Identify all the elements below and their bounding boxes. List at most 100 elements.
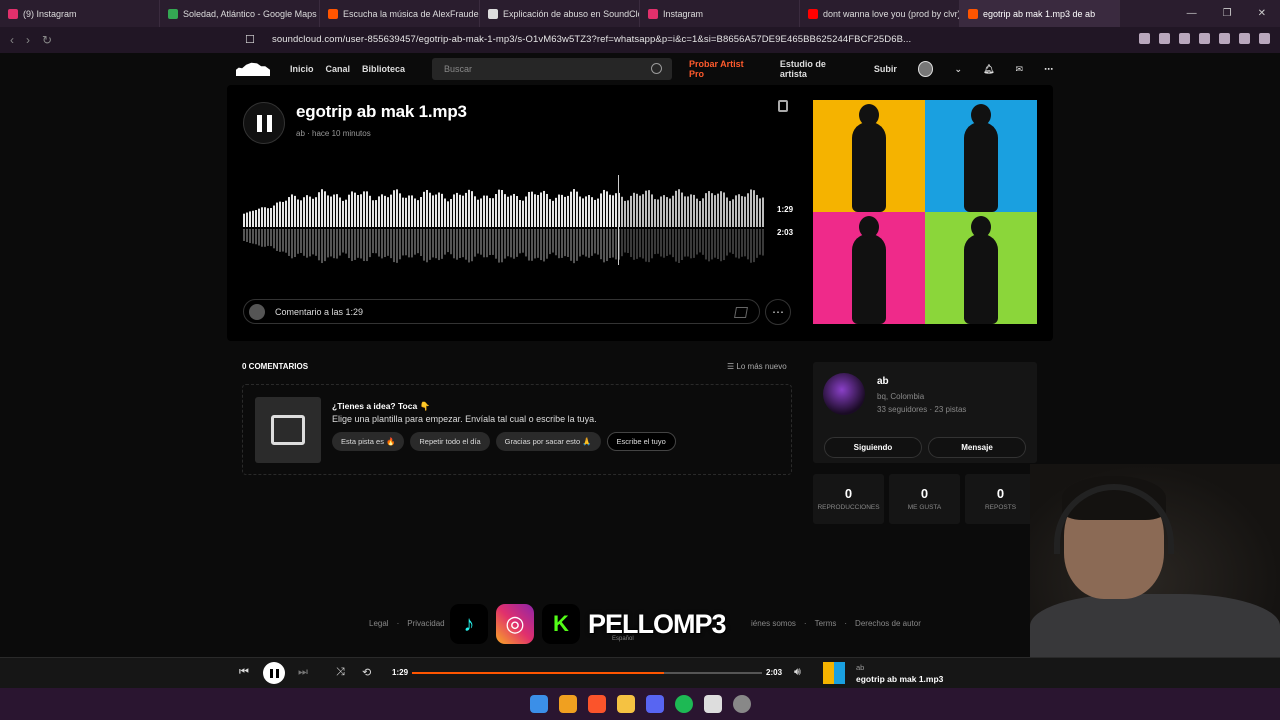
spotify-icon[interactable]	[674, 695, 693, 713]
waveform-bar	[243, 213, 245, 227]
player-pause-button[interactable]	[263, 662, 285, 684]
artist-name[interactable]: ab	[877, 376, 889, 387]
message-button[interactable]: Mensaje	[928, 437, 1026, 458]
waveform-reflection-bar	[624, 229, 626, 253]
player-duration: 2:03	[766, 668, 783, 677]
waveform-bar	[426, 190, 428, 227]
browser-tab[interactable]: dont wanna love you (prod by clvr)	[800, 0, 960, 27]
extension-icon[interactable]	[1179, 33, 1190, 44]
footer-link[interactable]: iénes somos	[751, 619, 796, 628]
waveform-reflection-bar	[513, 229, 515, 259]
footer-link[interactable]: Terms	[815, 619, 837, 628]
nav-biblioteca[interactable]: Biblioteca	[362, 64, 405, 74]
artist-studio-link[interactable]: Estudio de artista	[780, 59, 853, 79]
footer-link[interactable]: Legal	[369, 619, 389, 628]
send-icon[interactable]	[734, 307, 748, 318]
playhead[interactable]	[618, 175, 619, 265]
browser-tab[interactable]: Instagram	[640, 0, 800, 27]
shuffle-icon[interactable]: ⤨	[336, 666, 345, 679]
app-icon[interactable]	[558, 695, 577, 713]
discord-icon[interactable]	[645, 695, 664, 713]
waveform-bar	[345, 199, 347, 227]
waveform-reflection-bar	[300, 229, 302, 253]
write-your-own-chip[interactable]: Escribe el tuyo	[606, 432, 676, 451]
waveform-reflection-bar	[585, 229, 587, 257]
waveform-bar	[687, 196, 689, 227]
footer-link[interactable]: Derechos de autor	[855, 619, 921, 628]
browser-tab[interactable]: Soledad, Atlántico - Google Maps	[160, 0, 320, 27]
mail-icon[interactable]: ✉︎	[1015, 64, 1023, 75]
waveform[interactable]	[243, 175, 765, 265]
stat-plays: 0 REPRODUCCIONES	[813, 474, 884, 524]
waveform-reflection-bar	[477, 229, 479, 254]
upload-link[interactable]: Subir	[874, 64, 897, 74]
waveform-bar	[663, 195, 665, 227]
template-chip[interactable]: Esta pista es 🔥	[332, 432, 405, 451]
search-input[interactable]: Buscar	[432, 58, 672, 80]
extension-icon[interactable]	[1199, 33, 1210, 44]
user-avatar[interactable]	[917, 61, 934, 77]
waveform-reflection-bar	[276, 229, 278, 251]
waveform-reflection-bar	[708, 229, 710, 262]
notepad-icon[interactable]	[703, 695, 722, 713]
bell-icon[interactable]: 🔔︎	[983, 64, 994, 75]
waveform-bar	[615, 193, 617, 227]
player-progress-bar[interactable]	[412, 672, 762, 674]
browser-tab[interactable]: Escucha la música de AlexFrauded |	[320, 0, 480, 27]
browser-tab[interactable]: egotrip ab mak 1.mp3 de ab	[960, 0, 1120, 27]
extension-icon[interactable]	[1159, 33, 1170, 44]
volume-icon[interactable]: 🔊︎	[794, 666, 801, 679]
waveform-reflection-bar	[603, 229, 605, 263]
maximize-icon[interactable]: ❐	[1223, 8, 1232, 19]
comment-input[interactable]: Comentario a las 1:29	[243, 299, 760, 324]
reload-icon[interactable]: ↻	[42, 33, 52, 47]
player-artwork[interactable]	[823, 662, 845, 684]
close-window-icon[interactable]: ✕	[1258, 8, 1266, 19]
sort-dropdown[interactable]: ☰ Lo más nuevo	[727, 362, 787, 371]
nav-canal[interactable]: Canal	[326, 64, 351, 74]
waveform-reflection-bar	[498, 229, 500, 263]
waveform-reflection-bar	[651, 229, 653, 259]
url-field[interactable]: soundcloud.com/user-855639457/egotrip-ab…	[272, 34, 911, 45]
chevron-down-icon[interactable]: ⌄	[954, 64, 962, 75]
more-options-button[interactable]: ⋯	[765, 299, 791, 325]
extension-icon[interactable]	[1139, 33, 1150, 44]
pause-button[interactable]	[243, 102, 285, 144]
footer-link[interactable]: Privacidad	[407, 619, 444, 628]
tab-label: Soledad, Atlántico - Google Maps	[183, 8, 317, 19]
more-icon[interactable]: ⋯	[1044, 64, 1053, 75]
template-chip[interactable]: Repetir todo el día	[410, 432, 490, 451]
try-artist-pro-link[interactable]: Probar Artist Pro	[689, 59, 759, 79]
file-explorer-icon[interactable]	[616, 695, 635, 713]
repeat-icon[interactable]: ⟲	[362, 666, 371, 679]
waveform-bar	[414, 198, 416, 227]
waveform-reflection-bar	[726, 229, 728, 256]
extension-icon[interactable]	[1219, 33, 1230, 44]
waveform-reflection-bar	[393, 229, 395, 263]
previous-icon[interactable]: ⏮	[239, 666, 249, 679]
player-track-title[interactable]: egotrip ab mak 1.mp3	[856, 674, 943, 684]
search-icon[interactable]	[651, 63, 662, 74]
waveform-bar	[492, 198, 494, 227]
template-chip[interactable]: Gracias por sacar esto 🙏	[495, 432, 601, 451]
extension-icon[interactable]	[1239, 33, 1250, 44]
soundcloud-logo-icon[interactable]	[236, 62, 270, 76]
following-button[interactable]: Siguiendo	[824, 437, 922, 458]
windows-start-icon[interactable]	[529, 695, 548, 713]
artist-avatar[interactable]	[823, 373, 865, 415]
app-icon[interactable]	[732, 695, 751, 713]
bookmark-icon[interactable]: ☐	[245, 33, 255, 46]
browser-tab[interactable]: Explicación de abuso en SoundClou	[480, 0, 640, 27]
nav-inicio[interactable]: Inicio	[290, 64, 314, 74]
brave-browser-icon[interactable]	[587, 695, 606, 713]
waveform-reflection-bar	[681, 229, 683, 261]
back-icon[interactable]: ‹	[10, 33, 14, 47]
waveform-bar	[756, 194, 758, 227]
browser-tab[interactable]: (9) Instagram	[0, 0, 160, 27]
minimize-icon[interactable]: —	[1187, 8, 1197, 19]
player-artist[interactable]: ab	[856, 663, 864, 672]
extension-icon[interactable]	[1259, 33, 1270, 44]
track-artist[interactable]: ab	[296, 129, 305, 138]
next-icon[interactable]: ⏭	[298, 666, 308, 679]
forward-icon[interactable]: ›	[26, 33, 30, 47]
